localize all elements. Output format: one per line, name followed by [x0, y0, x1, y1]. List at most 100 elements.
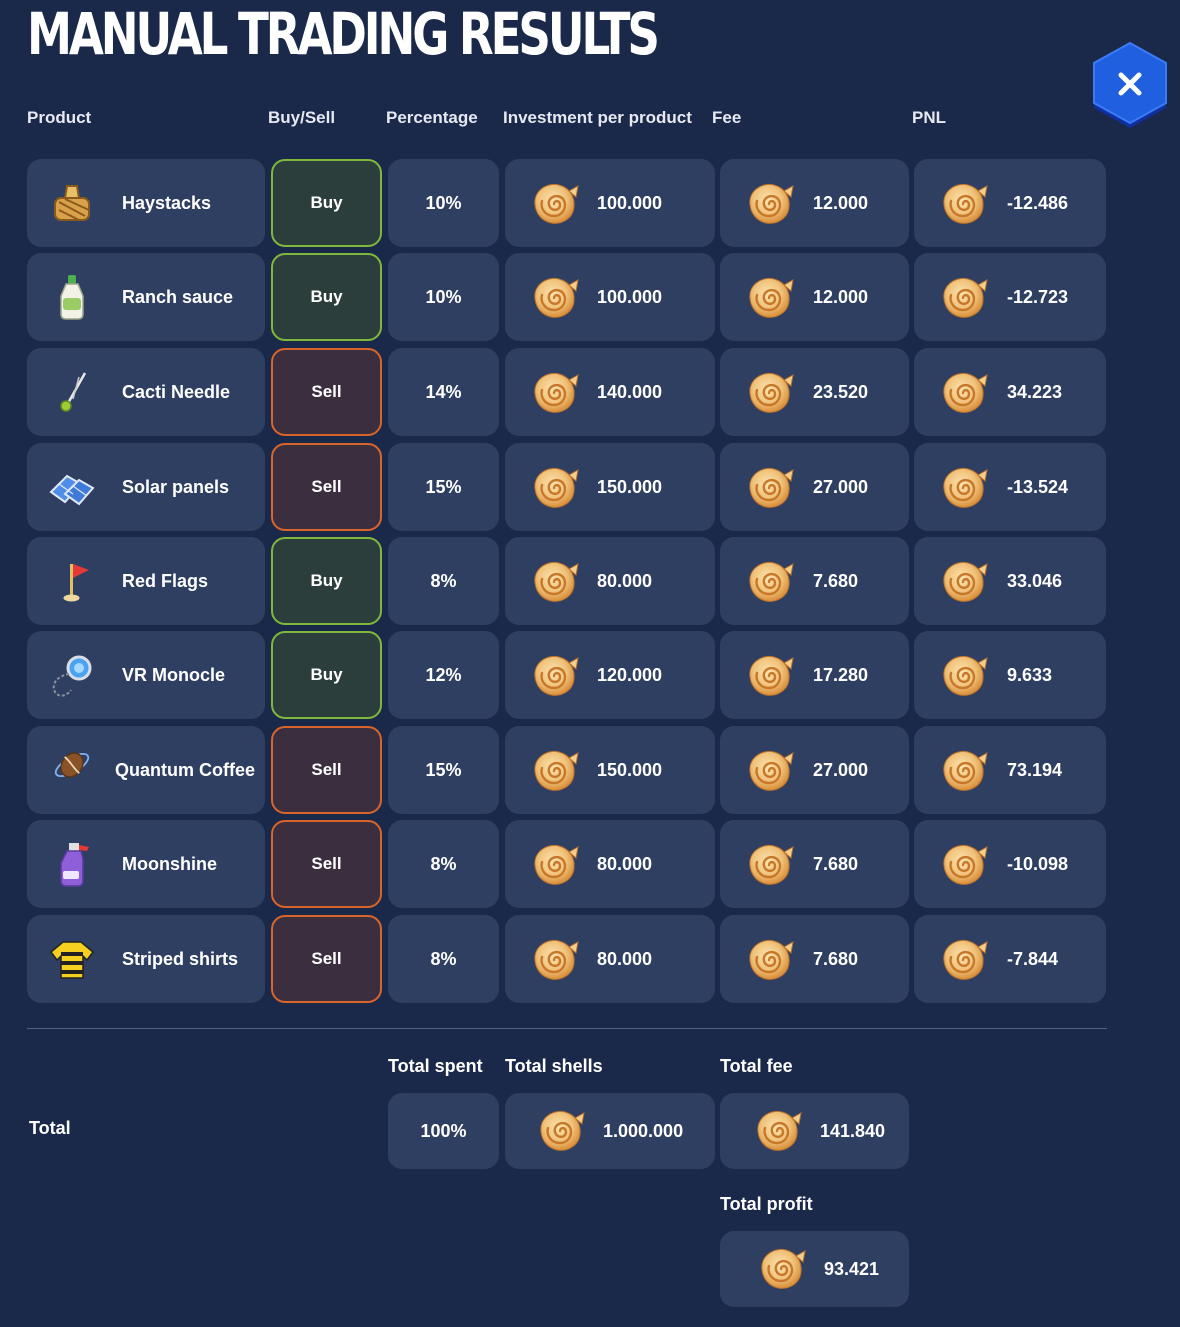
- vr-monocle-icon: [52, 655, 92, 697]
- buy-sell-badge: Sell: [271, 915, 382, 1003]
- shell-currency-icon: [756, 1244, 806, 1292]
- percentage-cell: 15%: [388, 726, 499, 814]
- total-fee-value: 141.840: [820, 1120, 886, 1141]
- product-name: Striped shirts: [122, 949, 239, 969]
- pnl-value: -12.486: [1007, 192, 1069, 213]
- shell-currency-icon: [938, 179, 988, 227]
- percentage-cell: 14%: [388, 348, 499, 436]
- fee-value: 23.520: [813, 381, 869, 402]
- header-product: Product: [27, 108, 92, 127]
- moonshine-spray-bottle-icon: [60, 843, 89, 887]
- fee-cell: 27.000: [720, 726, 909, 814]
- close-icon: [1093, 41, 1167, 128]
- investment-value: 150.000: [597, 476, 663, 497]
- percentage-cell: 12%: [388, 631, 499, 719]
- product-name: Red Flags: [122, 571, 209, 591]
- fee-value: 7.680: [813, 948, 859, 969]
- cacti-needle-icon: [60, 372, 87, 412]
- fee-value: 12.000: [813, 286, 869, 307]
- shell-currency-icon: [529, 179, 579, 227]
- investment-value: 150.000: [597, 759, 663, 780]
- investment-cell: 80.000: [505, 537, 715, 625]
- fee-value: 17.280: [813, 664, 869, 685]
- fee-value: 27.000: [813, 759, 869, 780]
- close-button[interactable]: [1090, 41, 1170, 128]
- table-row: Cacti Needle Sell 14% 140.000 23.520 34.…: [0, 348, 1180, 438]
- shell-currency-icon: [529, 273, 579, 321]
- product-cell: Striped shirts: [27, 915, 265, 1003]
- investment-value: 80.000: [597, 948, 653, 969]
- pnl-cell: 73.194: [914, 726, 1106, 814]
- investment-value: 100.000: [597, 286, 663, 307]
- investment-value: 140.000: [597, 381, 663, 402]
- shell-currency-icon: [938, 273, 988, 321]
- shell-currency-icon: [529, 557, 579, 605]
- shell-currency-icon: [744, 179, 794, 227]
- total-profit-value: 93.421: [824, 1258, 880, 1279]
- header-investment: Investment per product: [503, 108, 692, 127]
- header-fee: Fee: [712, 108, 742, 127]
- shell-currency-icon: [529, 368, 579, 416]
- header-buy-sell: Buy/Sell: [268, 108, 336, 127]
- pnl-value: 33.046: [1007, 570, 1063, 591]
- product-name: Cacti Needle: [122, 382, 231, 402]
- percentage-cell: 10%: [388, 159, 499, 247]
- fee-cell: 7.680: [720, 820, 909, 908]
- fee-cell: 27.000: [720, 443, 909, 531]
- total-spent-value: 100%: [420, 1120, 467, 1141]
- percentage-cell: 8%: [388, 820, 499, 908]
- pnl-cell: -12.723: [914, 253, 1106, 341]
- shell-currency-icon: [529, 840, 579, 888]
- percentage-cell: 8%: [388, 537, 499, 625]
- table-row: Ranch sauce Buy 10% 100.000 12.000 -12.7…: [0, 253, 1180, 343]
- fee-cell: 7.680: [720, 537, 909, 625]
- buy-sell-badge: Sell: [271, 443, 382, 531]
- table-row: Red Flags Buy 8% 80.000 7.680 33.046: [0, 537, 1180, 627]
- table-row: Quantum Coffee Sell 15% 150.000 27.000 7…: [0, 726, 1180, 816]
- buy-sell-badge: Sell: [271, 726, 382, 814]
- shell-currency-icon: [529, 935, 579, 983]
- product-name: Quantum Coffee: [115, 760, 256, 780]
- product-cell: Quantum Coffee: [27, 726, 265, 814]
- investment-cell: 120.000: [505, 631, 715, 719]
- shell-currency-icon: [752, 1106, 802, 1154]
- fee-value: 7.680: [813, 853, 859, 874]
- haystack-icon: [54, 185, 90, 221]
- shell-currency-icon: [529, 651, 579, 699]
- divider: [27, 1028, 1107, 1029]
- solar-panels-icon: [49, 474, 95, 506]
- investment-cell: 80.000: [505, 915, 715, 1003]
- percentage-cell: 8%: [388, 915, 499, 1003]
- fee-cell: 12.000: [720, 253, 909, 341]
- product-cell: Haystacks: [27, 159, 265, 247]
- product-name: VR Monocle: [122, 665, 226, 685]
- pnl-cell: 9.633: [914, 631, 1106, 719]
- product-cell: Moonshine: [27, 820, 265, 908]
- pnl-cell: -12.486: [914, 159, 1106, 247]
- total-shells-cell: 1.000.000: [505, 1093, 715, 1169]
- buy-sell-badge: Buy: [271, 159, 382, 247]
- pnl-value: -10.098: [1007, 853, 1069, 874]
- pnl-cell: 33.046: [914, 537, 1106, 625]
- total-profit-label: Total profit: [720, 1194, 813, 1214]
- investment-cell: 150.000: [505, 443, 715, 531]
- table-row: Haystacks Buy 10% 100.000 12.000 -12.486: [0, 159, 1180, 249]
- pnl-cell: 34.223: [914, 348, 1106, 436]
- buy-sell-badge: Buy: [271, 631, 382, 719]
- shell-currency-icon: [744, 651, 794, 699]
- investment-cell: 150.000: [505, 726, 715, 814]
- table-row: Solar panels Sell 15% 150.000 27.000 -13…: [0, 443, 1180, 533]
- product-name: Haystacks: [122, 193, 212, 213]
- buy-sell-badge: Buy: [271, 253, 382, 341]
- pnl-value: 34.223: [1007, 381, 1063, 402]
- shell-currency-icon: [938, 840, 988, 888]
- shell-currency-icon: [938, 368, 988, 416]
- shell-currency-icon: [744, 746, 794, 794]
- shell-currency-icon: [744, 273, 794, 321]
- total-label: Total: [29, 1118, 71, 1138]
- buy-sell-badge: Sell: [271, 820, 382, 908]
- product-name: Solar panels: [122, 477, 230, 497]
- shell-currency-icon: [938, 557, 988, 605]
- investment-value: 80.000: [597, 853, 653, 874]
- product-name: Ranch sauce: [122, 287, 234, 307]
